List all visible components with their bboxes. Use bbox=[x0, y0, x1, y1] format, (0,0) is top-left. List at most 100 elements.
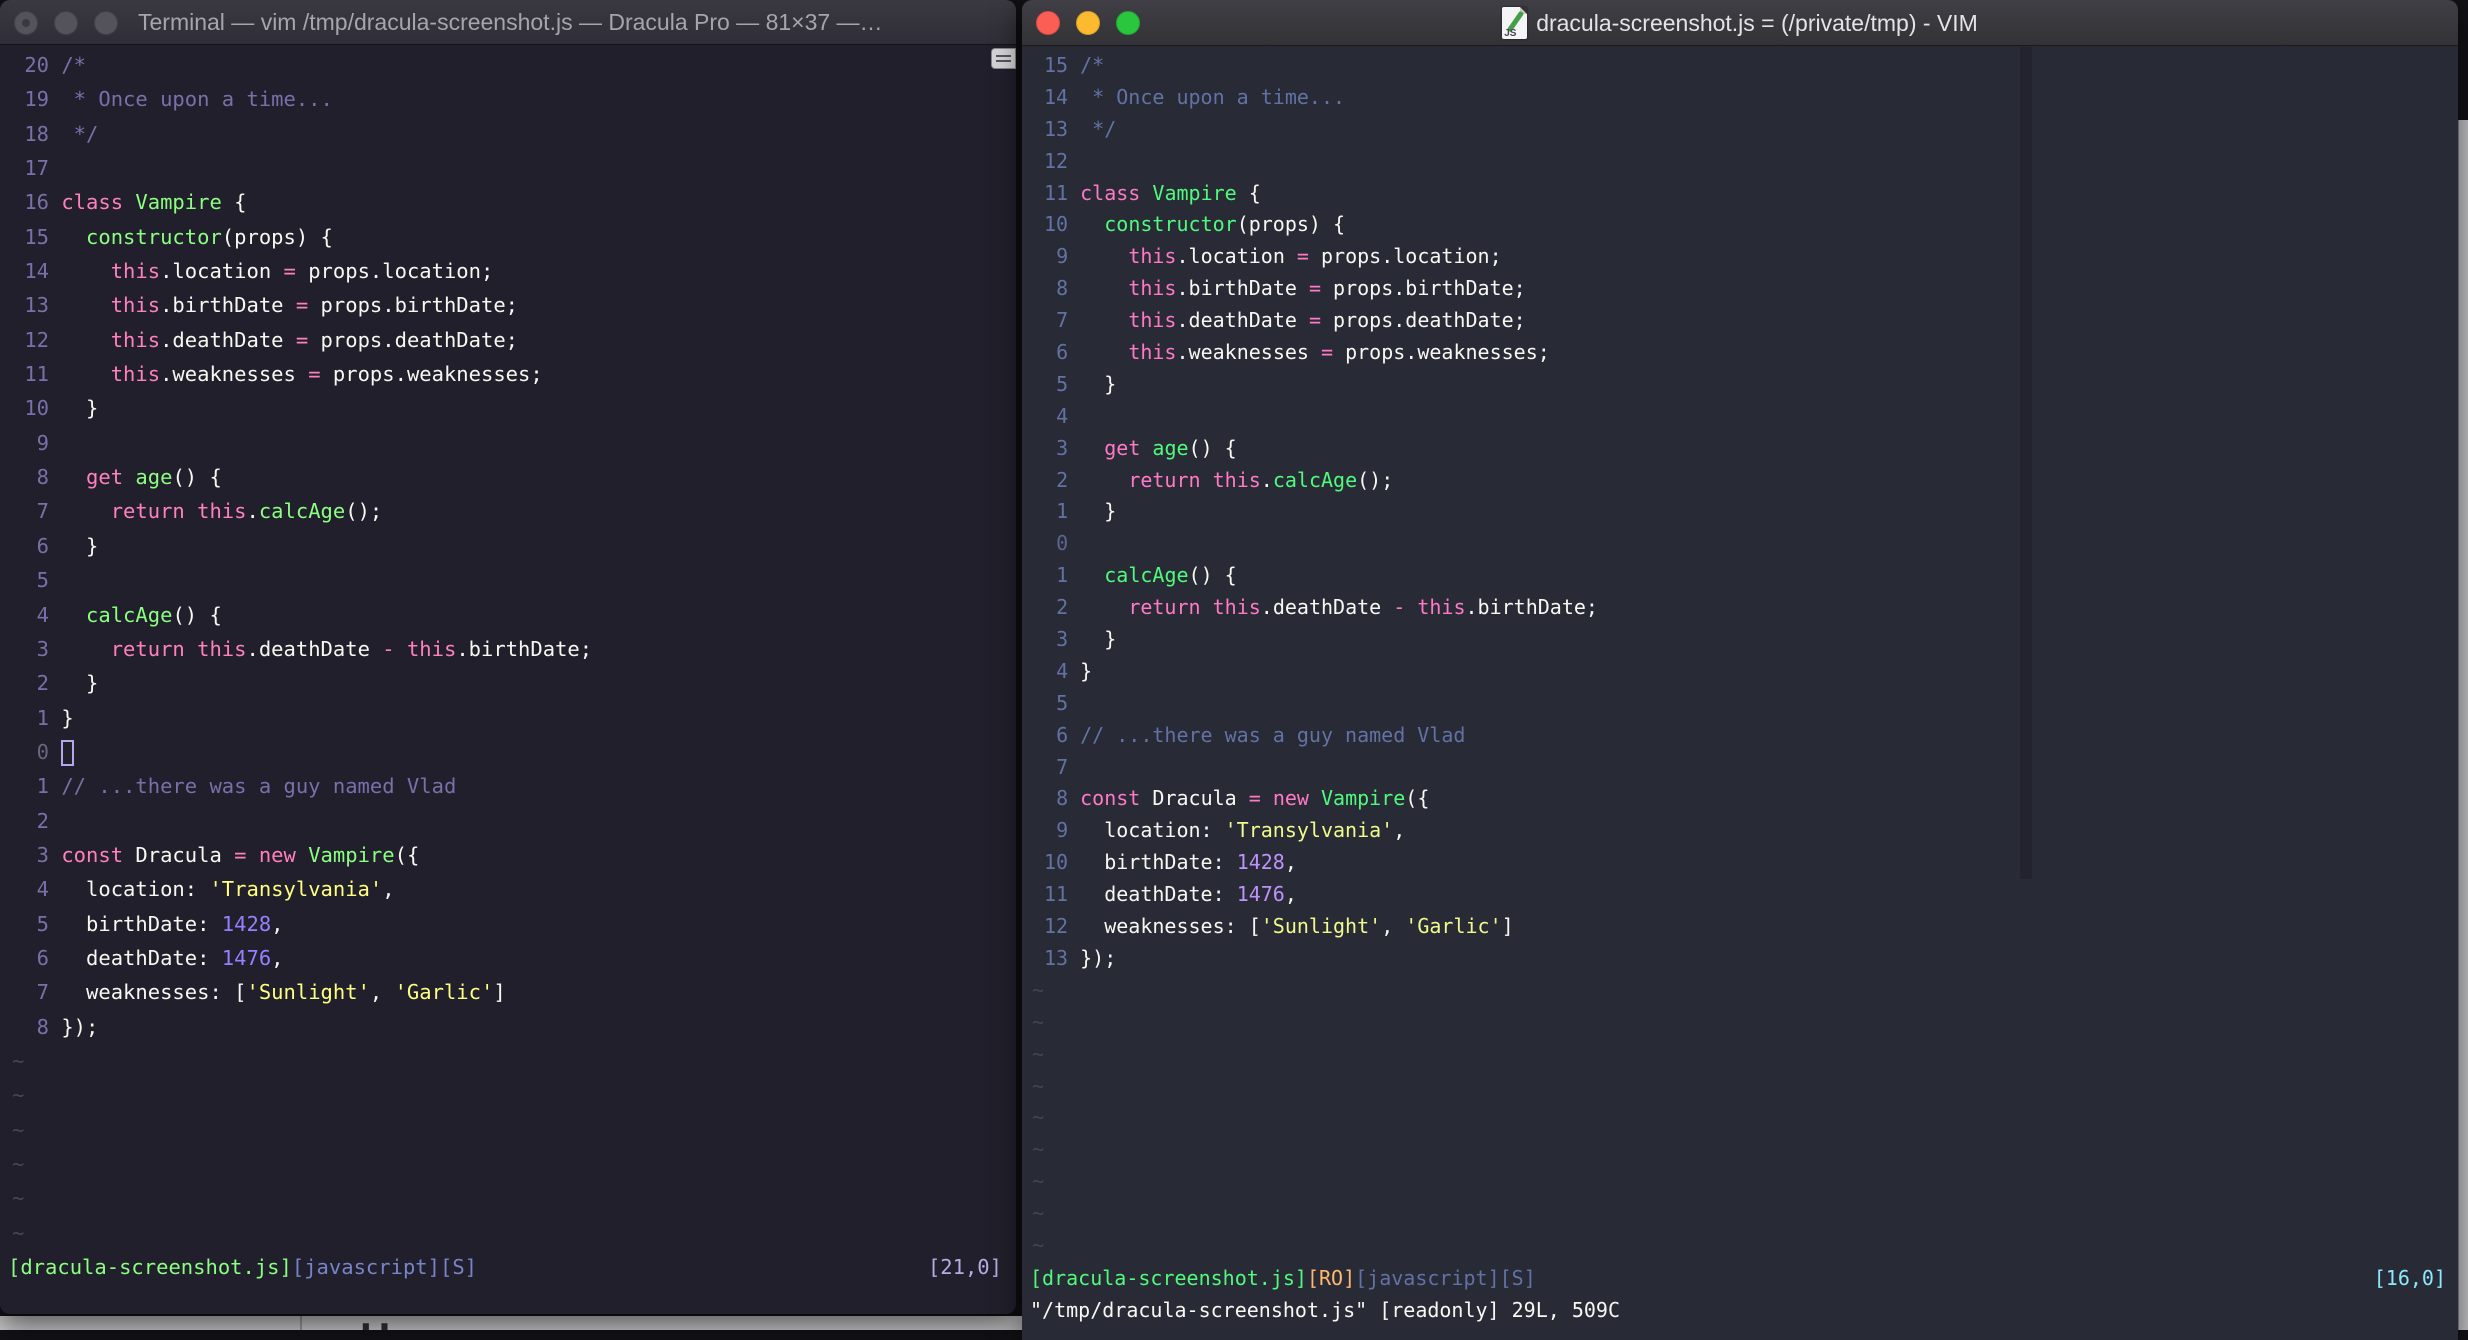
close-button[interactable] bbox=[14, 11, 38, 35]
line-number: 17 bbox=[24, 156, 50, 181]
vim-statusline: [dracula-screenshot.js][javascript][S] [… bbox=[0, 1250, 1016, 1284]
line-number: 11 bbox=[1044, 882, 1069, 907]
line-number: 10 bbox=[1044, 850, 1069, 875]
line-number: 2 bbox=[1056, 595, 1069, 620]
editor-left[interactable]: 20/* 19 * Once upon a time... 18 */17 16 cla… bbox=[0, 48, 1016, 1250]
line-number: 4 bbox=[1056, 403, 1069, 428]
tilde-row: ~ bbox=[1032, 1232, 1045, 1257]
line-number: 12 bbox=[24, 327, 50, 352]
line-number: 1 bbox=[1056, 499, 1069, 524]
line-number: 5 bbox=[1056, 371, 1069, 396]
line-number: 16 bbox=[24, 190, 50, 215]
line-number: 3 bbox=[1056, 435, 1069, 460]
statusline-ruler: [16,0] bbox=[2373, 1266, 2446, 1290]
code-line: 14 this.location = props.location; bbox=[0, 254, 1016, 288]
code-line: 7 bbox=[1022, 752, 2458, 784]
code-line: 12 bbox=[1022, 146, 2458, 178]
code-line: 3 return this.deathDate - this.birthDate… bbox=[0, 632, 1016, 666]
code-line: 12 weaknesses: ['Sunlight', 'Garlic'] bbox=[1022, 911, 2458, 943]
code-line: 1 calcAge() { bbox=[1022, 560, 2458, 592]
vim-commandline: "/tmp/dracula-screenshot.js" [readonly] … bbox=[1030, 1298, 1621, 1322]
tilde-row: ~ bbox=[1032, 1009, 1045, 1034]
code-line: 8 const Dracula = new Vampire({ bbox=[1022, 783, 2458, 815]
window-title: dracula-screenshot.js = (/private/tmp) -… bbox=[1536, 9, 1978, 36]
line-number: 20 bbox=[24, 53, 50, 77]
code-line: 8}); bbox=[0, 1010, 1016, 1044]
line-number: 0 bbox=[1056, 531, 1069, 556]
terminal-titlebar[interactable]: Terminal — vim /tmp/dracula-screenshot.j… bbox=[0, 0, 1016, 45]
code-line: 6 deathDate: 1476, bbox=[0, 941, 1016, 975]
code-line: 15/* bbox=[1022, 50, 2458, 82]
code-line: 3 } bbox=[1022, 624, 2458, 656]
tilde-row: ~ bbox=[1032, 1041, 1045, 1066]
code-line: 9 location: 'Transylvania', bbox=[1022, 815, 2458, 847]
line-number: 7 bbox=[1056, 754, 1069, 779]
code-line: 1// ...there was a guy named Vlad bbox=[0, 769, 1016, 803]
vim-commandline bbox=[0, 1284, 1016, 1314]
minimize-button[interactable] bbox=[54, 11, 78, 35]
code-line: 7 return this.calcAge(); bbox=[0, 494, 1016, 528]
vim-statusline: [dracula-screenshot.js][RO][javascript][… bbox=[1022, 1262, 2458, 1294]
code-line: 14 * Once upon a time... bbox=[1022, 82, 2458, 114]
line-number: 3 bbox=[1056, 627, 1069, 652]
statusline-file-info: [dracula-screenshot.js][javascript][S] bbox=[8, 1255, 478, 1279]
line-number: 1 bbox=[36, 705, 50, 730]
tilde-row: ~ bbox=[12, 1048, 25, 1073]
line-number: 8 bbox=[36, 1014, 50, 1039]
background-clipped-text: H bbox=[360, 1317, 390, 1331]
code-line: 11 this.weaknesses = props.weaknesses; bbox=[0, 357, 1016, 391]
code-line: 2 return this.calcAge(); bbox=[1022, 465, 2458, 497]
code-line: 1} bbox=[0, 701, 1016, 735]
code-line: 2 } bbox=[0, 666, 1016, 700]
line-number: 2 bbox=[1056, 467, 1069, 492]
background-window-sliver bbox=[2458, 120, 2468, 1330]
code-line: 5 } bbox=[1022, 369, 2458, 401]
line-number: 14 bbox=[24, 259, 50, 284]
code-line: 0 bbox=[1022, 528, 2458, 560]
code-line: 13 this.birthDate = props.birthDate; bbox=[0, 288, 1016, 322]
line-number: 14 bbox=[1044, 84, 1069, 109]
statusline-ruler: [21,0] bbox=[927, 1255, 1002, 1279]
line-number: 8 bbox=[36, 465, 50, 490]
line-number: 4 bbox=[1056, 658, 1069, 683]
macvim-titlebar[interactable]: JS dracula-screenshot.js = (/private/tmp… bbox=[1022, 0, 2458, 46]
vim-cursor bbox=[61, 739, 74, 766]
line-number: 13 bbox=[1044, 116, 1069, 141]
background-window-strip: H bbox=[0, 1316, 1022, 1330]
editor-right[interactable]: 15/* 14 * Once upon a time... 13 */12 11 cla… bbox=[1022, 50, 2458, 1262]
line-number: 12 bbox=[1044, 148, 1069, 173]
document-proxy-icon[interactable]: JS bbox=[1502, 7, 1528, 39]
code-line: 8 get age() { bbox=[0, 460, 1016, 494]
line-number: 19 bbox=[24, 87, 50, 112]
line-number: 5 bbox=[1056, 690, 1069, 715]
line-number: 5 bbox=[36, 911, 50, 936]
line-number: 7 bbox=[36, 499, 50, 524]
line-number: 10 bbox=[1044, 212, 1069, 237]
tilde-row: ~ bbox=[12, 1117, 25, 1142]
line-number: 11 bbox=[24, 362, 50, 387]
line-number: 9 bbox=[1056, 244, 1069, 269]
line-number: 2 bbox=[36, 808, 50, 833]
code-line: 9 this.location = props.location; bbox=[1022, 241, 2458, 273]
code-line: 3 const Dracula = new Vampire({ bbox=[0, 838, 1016, 872]
code-line: 2 bbox=[0, 804, 1016, 838]
code-line: 7 this.deathDate = props.deathDate; bbox=[1022, 305, 2458, 337]
line-number: 7 bbox=[36, 980, 50, 1005]
line-number: 7 bbox=[1056, 308, 1069, 333]
code-line: 10 birthDate: 1428, bbox=[1022, 847, 2458, 879]
line-number: 3 bbox=[36, 842, 50, 867]
code-line: 10 } bbox=[0, 391, 1016, 425]
line-number: 6 bbox=[36, 533, 50, 558]
terminal-vim-window[interactable]: Terminal — vim /tmp/dracula-screenshot.j… bbox=[0, 0, 1016, 1314]
tilde-row: ~ bbox=[1032, 1201, 1045, 1226]
zoom-button[interactable] bbox=[94, 11, 118, 35]
line-number: 15 bbox=[24, 224, 50, 249]
line-number: 6 bbox=[36, 945, 50, 970]
line-number: 9 bbox=[36, 430, 50, 455]
window-title: Terminal — vim /tmp/dracula-screenshot.j… bbox=[138, 9, 883, 35]
line-number: 8 bbox=[1056, 276, 1069, 301]
code-line: 10 constructor(props) { bbox=[1022, 209, 2458, 241]
code-line: 20/* bbox=[0, 48, 1016, 82]
background-divider bbox=[300, 1316, 302, 1330]
macvim-window[interactable]: JS dracula-screenshot.js = (/private/tmp… bbox=[1022, 0, 2458, 1340]
